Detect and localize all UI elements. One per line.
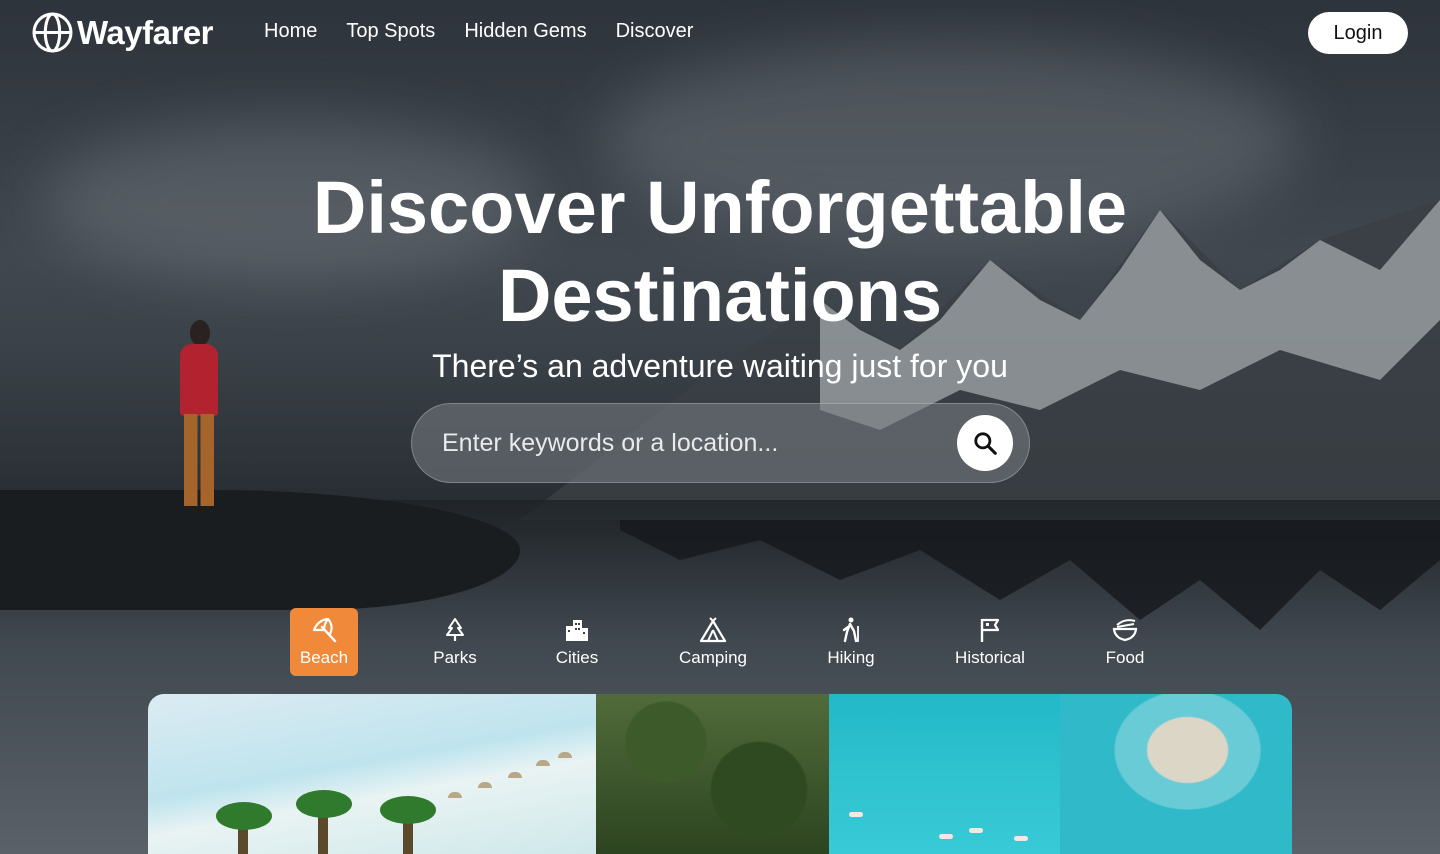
hiker-icon <box>842 617 859 643</box>
category-food[interactable]: Food <box>1096 608 1154 676</box>
category-hiking[interactable]: Hiking <box>820 608 882 676</box>
search-icon <box>974 432 997 455</box>
category-parks[interactable]: Parks <box>424 608 486 676</box>
destination-gallery <box>148 694 1292 854</box>
headline-line-2: Destinations <box>497 254 943 337</box>
category-label: Historical <box>955 648 1025 667</box>
category-label: Cities <box>555 648 599 667</box>
globe-icon <box>32 12 73 53</box>
category-beach[interactable]: Beach <box>290 608 358 676</box>
category-camping[interactable]: Camping <box>676 608 750 676</box>
nav-link-hidden-gems[interactable]: Hidden Gems <box>464 20 586 43</box>
category-label: Hiking <box>827 648 875 667</box>
search-bar <box>411 403 1030 483</box>
bowl-icon <box>1112 619 1138 642</box>
nav-link-top-spots[interactable]: Top Spots <box>346 20 435 43</box>
search-input[interactable] <box>442 404 952 482</box>
turquoise-water-photo[interactable] <box>829 694 1060 854</box>
nav-link-discover[interactable]: Discover <box>616 20 694 43</box>
beach-resort-photo[interactable] <box>148 694 596 854</box>
top-navigation: Wayfarer Home Top Spots Hidden Gems Disc… <box>0 0 1440 66</box>
beach-umbrella-icon <box>312 617 337 643</box>
category-label: Parks <box>433 648 477 667</box>
hero-section: Wayfarer Home Top Spots Hidden Gems Disc… <box>0 0 1440 854</box>
nav-links: Home Top Spots Hidden Gems Discover <box>264 20 693 43</box>
nav-link-home[interactable]: Home <box>264 20 317 43</box>
category-label: Beach <box>299 648 349 667</box>
aerial-lagoon-photo[interactable] <box>1060 694 1292 854</box>
category-label: Food <box>1105 648 1145 667</box>
hero-headline: Discover Unforgettable Destinations <box>0 164 1440 340</box>
category-historical[interactable]: Historical <box>950 608 1030 676</box>
brand-logo[interactable]: Wayfarer <box>32 12 214 53</box>
jungle-foliage-photo[interactable] <box>596 694 829 854</box>
headline-line-1: Discover Unforgettable <box>312 166 1128 249</box>
search-button[interactable] <box>957 415 1013 471</box>
pine-tree-icon <box>446 618 464 641</box>
category-cities[interactable]: Cities <box>546 608 608 676</box>
login-button[interactable]: Login <box>1308 12 1408 54</box>
tent-icon <box>699 617 727 643</box>
city-building-icon <box>566 620 588 641</box>
hero-subheadline: There’s an adventure waiting just for yo… <box>432 348 1008 384</box>
flag-icon <box>980 618 1000 642</box>
category-label: Camping <box>678 648 748 667</box>
brand-name: Wayfarer <box>77 13 214 51</box>
